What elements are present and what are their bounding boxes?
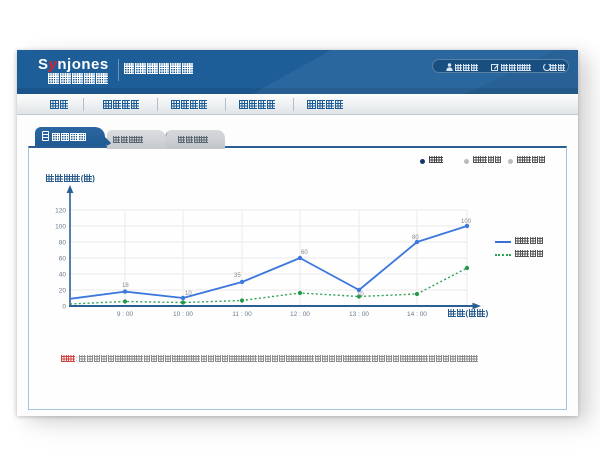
svg-text:12 : 00: 12 : 00 — [290, 311, 310, 318]
svg-text:20: 20 — [59, 288, 67, 295]
svg-text:80: 80 — [59, 240, 67, 247]
svg-text:35: 35 — [234, 273, 241, 279]
svg-text:11 : 00: 11 : 00 — [232, 311, 252, 318]
svg-text:60: 60 — [59, 256, 67, 263]
svg-text:40: 40 — [59, 272, 67, 279]
svg-text:100: 100 — [55, 224, 66, 231]
svg-text:0: 0 — [62, 304, 66, 311]
svg-text:60: 60 — [301, 250, 308, 256]
svg-text:120: 120 — [55, 208, 66, 215]
svg-text:10: 10 — [185, 291, 192, 297]
svg-text:18: 18 — [122, 283, 129, 289]
svg-text:9 : 00: 9 : 00 — [117, 311, 134, 318]
svg-text:10 : 00: 10 : 00 — [173, 311, 193, 318]
svg-text:14 : 00: 14 : 00 — [407, 311, 427, 318]
svg-text:100: 100 — [461, 219, 472, 225]
svg-text:13 : 00: 13 : 00 — [349, 311, 369, 318]
svg-text:10: 10 — [357, 292, 364, 298]
svg-text:80: 80 — [412, 235, 419, 241]
